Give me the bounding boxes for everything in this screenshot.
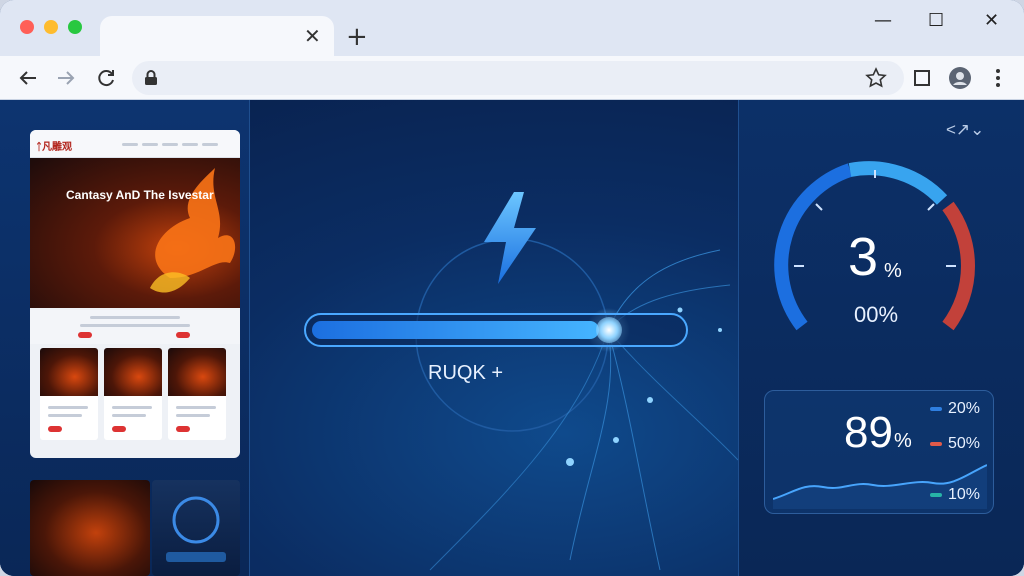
stats-big-unit: %: [894, 430, 912, 452]
lightning-bolt-icon: [484, 192, 536, 284]
legend-label: 20%: [948, 400, 981, 417]
legend-swatch-teal: [930, 493, 942, 497]
reload-icon[interactable]: [92, 64, 120, 92]
browser-toolbar: [0, 56, 1024, 100]
legend-item: 50%: [930, 435, 980, 453]
active-tab[interactable]: [100, 16, 334, 56]
new-tab-button[interactable]: +: [346, 24, 368, 50]
page-thumbnail-dashboard[interactable]: [152, 480, 240, 576]
thumbnail-card[interactable]: [168, 348, 226, 440]
legend-item: 20%: [930, 400, 980, 418]
tab-view-icon[interactable]: [908, 64, 936, 92]
legend-item: 10%: [930, 486, 980, 504]
gauge-value: 3: [848, 227, 879, 287]
legend-swatch-red: [930, 442, 942, 446]
progress-fill: [312, 321, 599, 339]
star-icon[interactable]: [862, 64, 890, 92]
profile-avatar-icon[interactable]: [946, 64, 974, 92]
progress-glow-knob: [596, 317, 622, 343]
gauge-unit: %: [884, 260, 902, 282]
gauge-sub-label: 00%: [854, 302, 899, 327]
thumbnail-hero-title: Cantasy AnD The Isvestar: [66, 188, 214, 202]
minimize-window-dot[interactable]: [44, 20, 58, 34]
phoenix-illustration: [150, 168, 236, 293]
dashboard-thumbnail-graphic: [166, 496, 226, 562]
thumbnail-text-block: [30, 310, 240, 344]
stats-big-value: 89: [844, 408, 893, 457]
progress-label: RUQK +: [428, 362, 504, 384]
lock-icon: [144, 70, 158, 91]
more-vertical-icon[interactable]: [984, 64, 1012, 92]
address-bar[interactable]: [132, 61, 904, 95]
progress-bar: [304, 313, 688, 347]
panel-controls[interactable]: <↗⌄: [946, 120, 984, 140]
legend-swatch-blue: [930, 407, 942, 411]
thumbnail-sidebar: ᛏ凡雕观 Cantasy AnD The Isvestar: [0, 100, 250, 576]
page-thumbnail-main[interactable]: ᛏ凡雕观 Cantasy AnD The Isvestar: [30, 130, 240, 458]
browser-window: ✕ + — ☐ ✕ ᛏ凡雕观 Cantasy AnD The Isvestar …: [0, 0, 1024, 576]
close-window-dot[interactable]: [20, 20, 34, 34]
legend-label: 50%: [948, 435, 981, 452]
back-arrow-icon[interactable]: [14, 64, 42, 92]
page-thumbnail-phoenix[interactable]: [30, 480, 150, 576]
thumbnail-card[interactable]: [40, 348, 98, 440]
close-button[interactable]: ✕: [984, 10, 999, 31]
maximize-button[interactable]: ☐: [928, 10, 944, 31]
title-bar: ✕ + — ☐ ✕: [0, 0, 1024, 56]
forward-arrow-icon[interactable]: [52, 64, 80, 92]
tab-close-icon[interactable]: ✕: [304, 26, 321, 46]
thumbnail-hero-image: [30, 158, 240, 308]
legend-label: 10%: [948, 486, 981, 503]
page-content: ᛏ凡雕观 Cantasy AnD The Isvestar RUQK + <↗⌄…: [0, 100, 1024, 576]
thumbnail-header: ᛏ凡雕观: [30, 130, 240, 158]
minimize-button[interactable]: —: [874, 10, 892, 31]
thumbnail-site-name: ᛏ凡雕观: [36, 142, 72, 153]
thumbnail-card[interactable]: [104, 348, 162, 440]
maximize-window-dot[interactable]: [68, 20, 82, 34]
